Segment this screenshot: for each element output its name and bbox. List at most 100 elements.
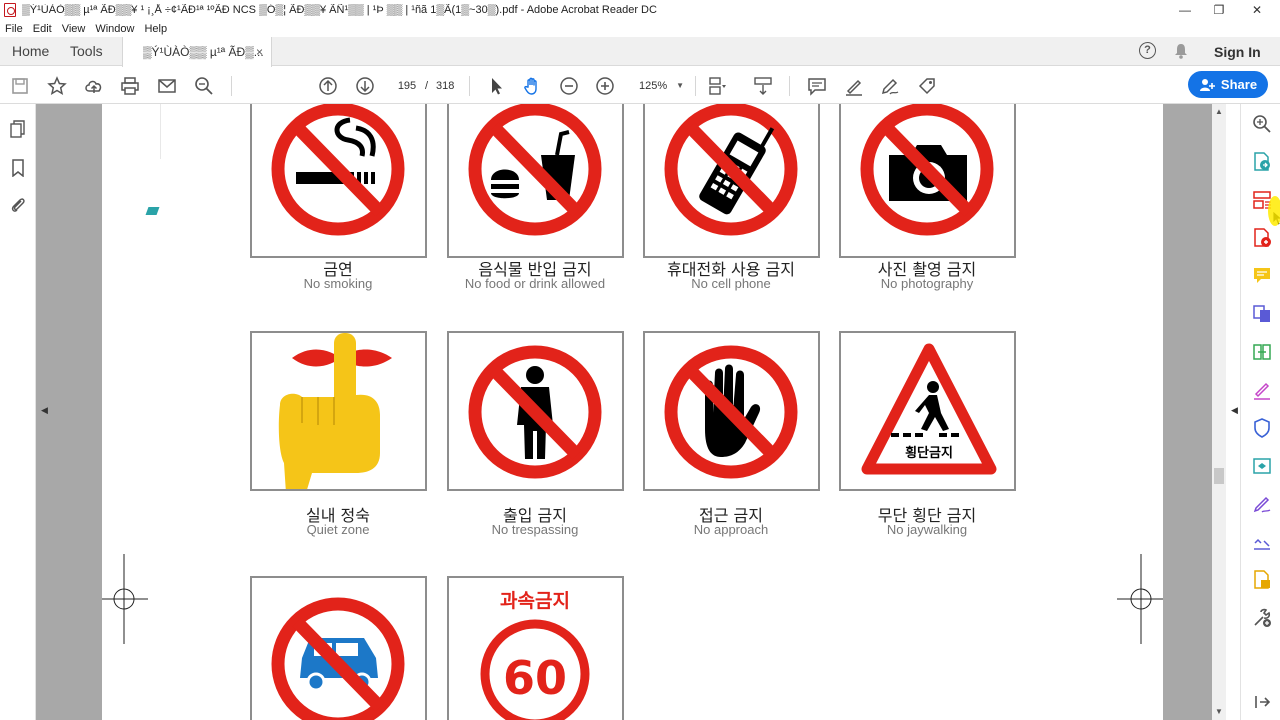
- share-button[interactable]: Share: [1188, 71, 1268, 98]
- sign-title-en: No cell phone: [691, 276, 771, 291]
- no-entry-person-icon: [468, 345, 602, 479]
- menu-window[interactable]: Window: [90, 23, 139, 35]
- sign-card: [839, 104, 1016, 258]
- bell-icon[interactable]: [1174, 43, 1188, 59]
- request-signature-icon[interactable]: [1252, 532, 1272, 552]
- print-icon[interactable]: [119, 75, 141, 97]
- highlight-pen-icon[interactable]: [843, 75, 865, 97]
- fill-sign-icon[interactable]: [916, 75, 938, 97]
- maximize-button[interactable]: ❐: [1200, 0, 1238, 20]
- sign-card: [447, 104, 624, 258]
- star-icon[interactable]: [46, 75, 68, 97]
- sign-title-en: No trespassing: [491, 522, 579, 537]
- quiet-icon: [278, 333, 392, 489]
- page-thumbnails-icon[interactable]: [9, 120, 27, 138]
- tab-bar: Home Tools ▒Ý¹ÙÀÒ▒▒ µ¹ª ÃÐ▒... ×: [0, 37, 1280, 67]
- no-approach-hand-icon: [664, 345, 798, 479]
- menu-view[interactable]: View: [57, 23, 91, 35]
- collapse-left-pane-icon[interactable]: ◀: [41, 405, 48, 416]
- vertical-scrollbar[interactable]: ▲ ▼: [1212, 104, 1226, 720]
- protect-shield-icon[interactable]: [1252, 418, 1272, 438]
- scroll-up-icon[interactable]: ▲: [1215, 107, 1223, 116]
- window-title: ▒Ý¹ÙÀÒ▒▒ µ¹ª ÃÐ▒▒¥ ¹ ¡¸Å ÷¢¹ÃÐ¹ª ¹ºÃÐ NC…: [22, 4, 657, 16]
- scroll-thumb[interactable]: [1214, 468, 1224, 484]
- jaywalking-icon: 횡단금지: [861, 343, 997, 475]
- combine-files-icon[interactable]: [1252, 304, 1272, 324]
- zoom-in-icon[interactable]: [594, 75, 616, 97]
- more-tools-icon[interactable]: [1252, 608, 1272, 628]
- crosswalk-label: 횡단금지: [905, 445, 953, 461]
- scroll-mode-icon[interactable]: [752, 75, 774, 97]
- close-window-button[interactable]: ✕: [1238, 0, 1276, 20]
- sign-title-en: No smoking: [303, 276, 373, 291]
- zoom-value: 125%: [639, 80, 668, 92]
- sign-card: [447, 331, 624, 491]
- tab-tools[interactable]: Tools: [70, 37, 103, 66]
- tab-close-icon[interactable]: ×: [256, 45, 263, 59]
- page-number-input[interactable]: 195: [392, 76, 422, 96]
- sign-in-link[interactable]: Sign In: [1214, 44, 1261, 60]
- hand-tool-icon[interactable]: [521, 75, 543, 97]
- search-zoom-icon[interactable]: [1252, 114, 1272, 134]
- fill-sign-tool-icon[interactable]: [1252, 380, 1272, 400]
- previous-page-icon[interactable]: [317, 75, 339, 97]
- edit-pdf-icon[interactable]: [1252, 494, 1272, 514]
- menu-edit[interactable]: Edit: [28, 23, 57, 35]
- share-label: Share: [1220, 77, 1258, 92]
- create-pdf-icon[interactable]: [1252, 228, 1272, 248]
- speed-value: 60: [503, 651, 567, 705]
- tab-home[interactable]: Home: [12, 37, 49, 66]
- speed-limit-icon: 과속금지 60: [480, 590, 590, 720]
- no-food-icon: [468, 104, 602, 236]
- scroll-down-icon[interactable]: ▼: [1215, 707, 1223, 716]
- menu-bar: File Edit View Window Help: [0, 20, 1280, 37]
- sign-pen-icon[interactable]: [879, 75, 901, 97]
- left-navigation-pane: [0, 104, 36, 720]
- menu-help[interactable]: Help: [139, 23, 172, 35]
- sign-title-en: No approach: [693, 522, 769, 537]
- title-bar: ▒Ý¹ÙÀÒ▒▒ µ¹ª ÃÐ▒▒¥ ¹ ¡¸Å ÷¢¹ÃÐ¹ª ¹ºÃÐ NC…: [0, 0, 1280, 20]
- sign-title-en: No jaywalking: [886, 522, 968, 537]
- next-page-icon[interactable]: [354, 75, 376, 97]
- cursor-highlight: [1268, 196, 1280, 226]
- menu-file[interactable]: File: [0, 23, 28, 35]
- tab-document[interactable]: ▒Ý¹ÙÀÒ▒▒ µ¹ª ÃÐ▒... ×: [122, 37, 272, 67]
- help-icon[interactable]: ?: [1139, 42, 1156, 59]
- collapse-tools-pane-icon[interactable]: [1252, 692, 1272, 712]
- export-pdf-icon[interactable]: [1252, 152, 1272, 172]
- comment-icon[interactable]: [806, 75, 828, 97]
- minimize-button[interactable]: —: [1166, 0, 1204, 20]
- tab-document-label: ▒Ý¹ÙÀÒ▒▒ µ¹ª ÃÐ▒...: [143, 45, 264, 59]
- sign-card: [250, 104, 427, 258]
- crop-mark-right: [1117, 554, 1163, 644]
- export-file-icon[interactable]: [1252, 570, 1272, 590]
- sign-title-en: No food or drink allowed: [464, 276, 606, 291]
- toolbar: 195 / 318 125% ▼: [0, 67, 1280, 104]
- send-for-review-icon[interactable]: [1252, 456, 1272, 476]
- sign-card: [643, 104, 820, 258]
- compare-files-icon[interactable]: [1252, 342, 1272, 362]
- save-icon[interactable]: [9, 75, 31, 97]
- annotation-mark: [145, 207, 160, 215]
- page-layout-icon[interactable]: [706, 75, 728, 97]
- crop-mark-left: [102, 554, 148, 644]
- collapse-right-pane-icon[interactable]: ◀: [1231, 405, 1238, 416]
- zoom-select[interactable]: 125% ▼: [630, 76, 688, 96]
- zoom-out-icon[interactable]: [558, 75, 580, 97]
- attachment-icon[interactable]: [9, 196, 27, 214]
- sign-card: [250, 331, 427, 491]
- bookmark-icon[interactable]: [9, 159, 27, 177]
- no-smoking-icon: [271, 104, 405, 236]
- comment-tool-icon[interactable]: [1252, 266, 1272, 286]
- sign-card: 횡단금지: [839, 331, 1016, 491]
- speed-title: 과속금지: [500, 590, 570, 612]
- pdf-file-icon: [4, 3, 16, 17]
- find-icon[interactable]: [193, 75, 215, 97]
- no-car-icon: [271, 597, 405, 720]
- page-separator: /: [425, 80, 429, 92]
- mail-icon[interactable]: [156, 75, 178, 97]
- page-total: 318: [436, 80, 455, 92]
- chevron-down-icon: ▼: [676, 81, 684, 90]
- upload-cloud-icon[interactable]: [83, 75, 105, 97]
- select-arrow-icon[interactable]: [485, 75, 507, 97]
